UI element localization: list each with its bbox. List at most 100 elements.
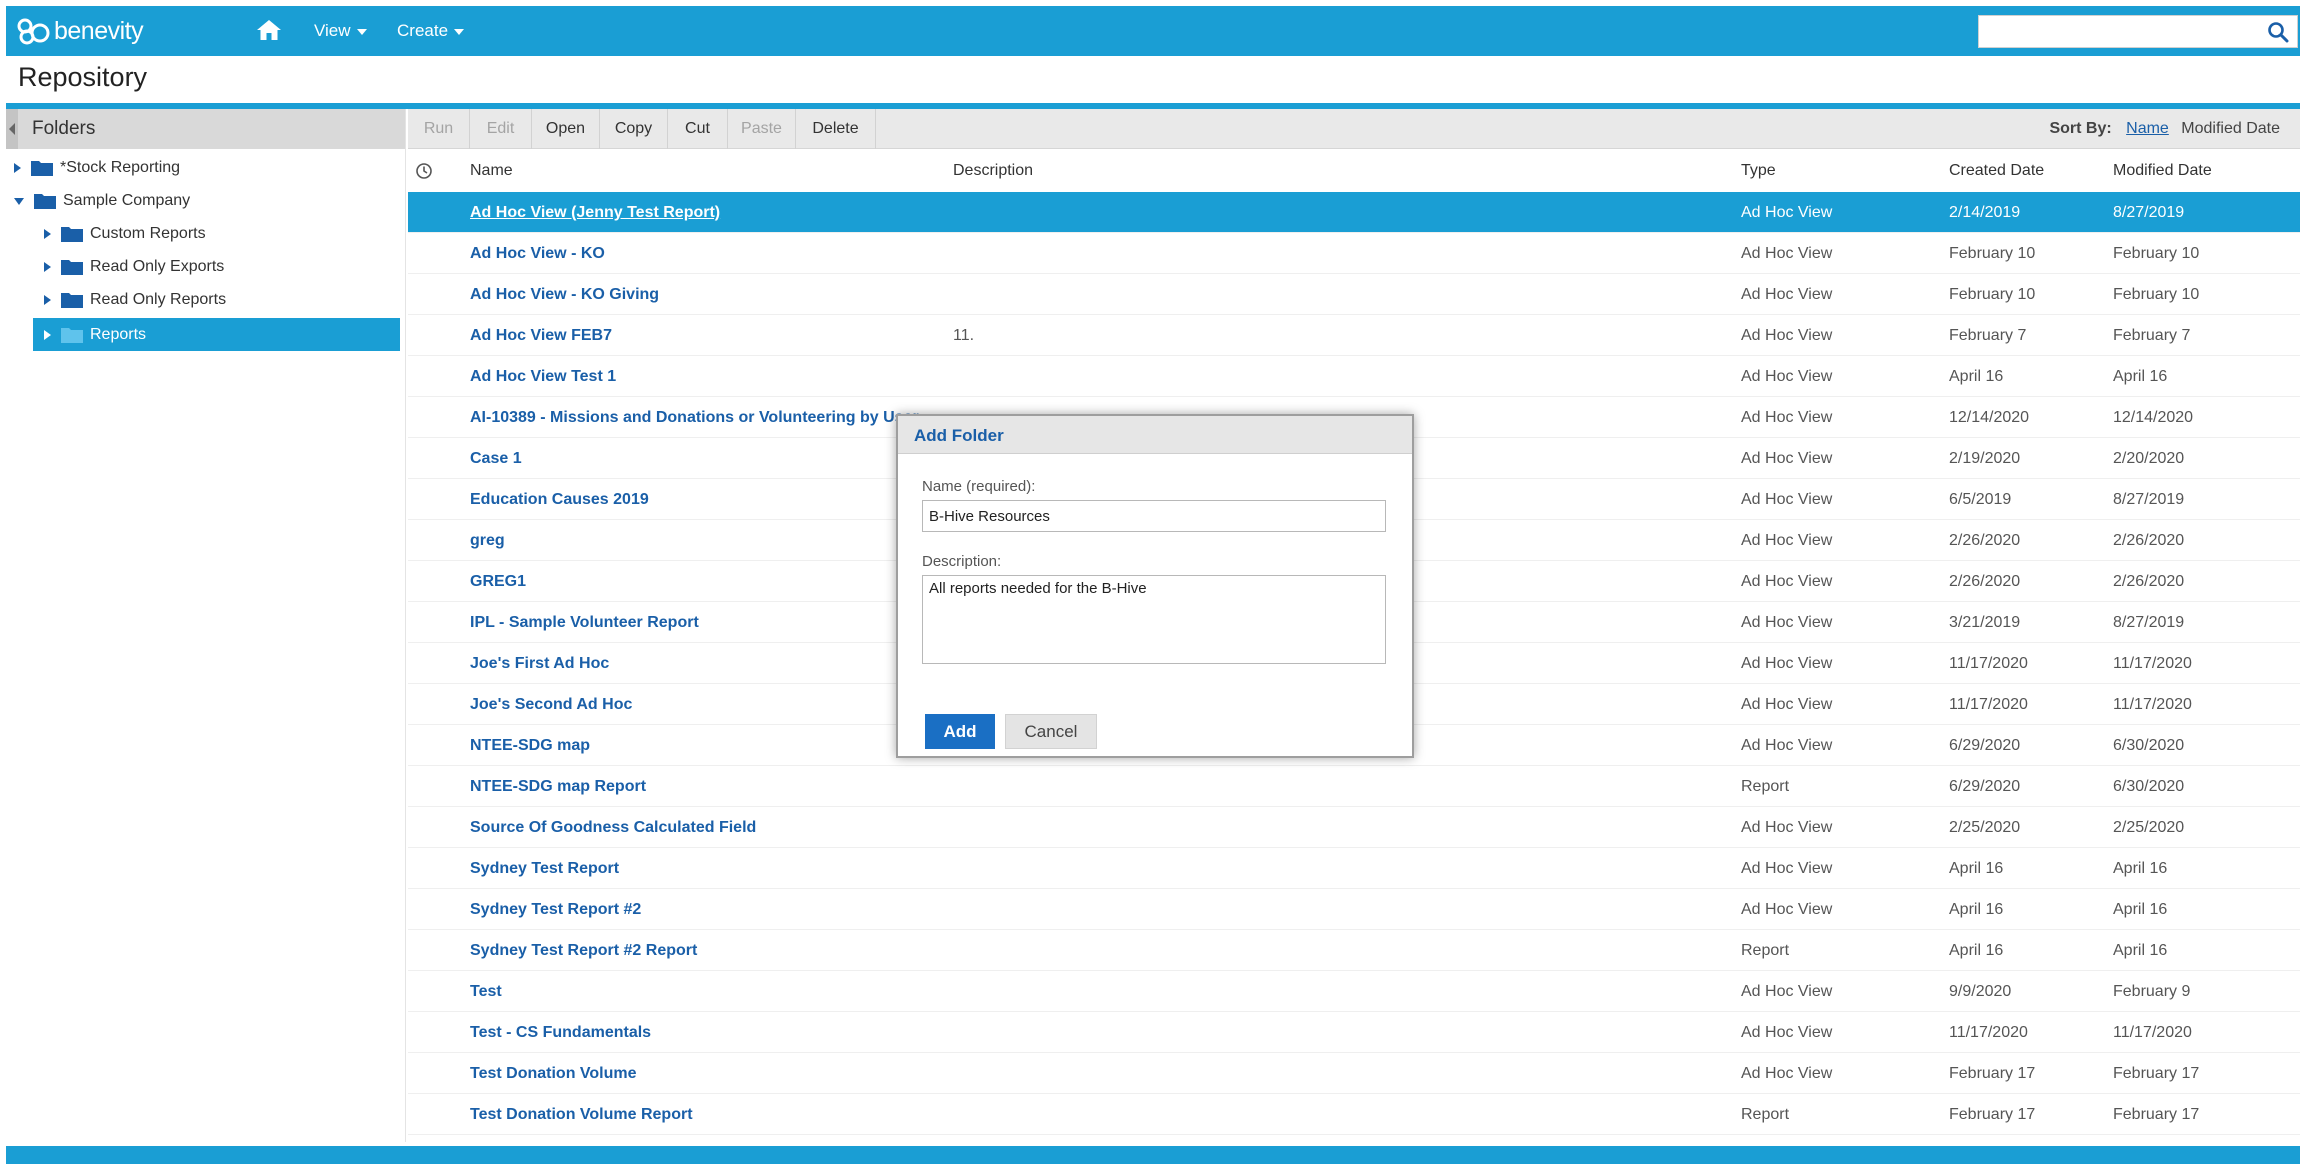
row-name-link[interactable]: Education Causes 2019 (470, 491, 649, 509)
column-header-modified-date[interactable]: Modified Date (2113, 162, 2212, 180)
tree-item-read-only-reports[interactable]: Read Only Reports (38, 285, 400, 315)
row-created-date: 3/21/2019 (1949, 614, 2021, 631)
row-name-link[interactable]: Joe's Second Ad Hoc (470, 696, 632, 714)
table-row[interactable]: Sydney Test Report #2 Report Report April … (408, 930, 2300, 971)
delete-button[interactable]: Delete (796, 109, 876, 149)
expand-icon[interactable] (14, 163, 21, 173)
row-name-link[interactable]: IPL - Sample Volunteer Report (470, 614, 699, 632)
row-type: Ad Hoc View (1741, 819, 1833, 836)
tree-item-sample-company[interactable]: Sample Company (10, 186, 400, 216)
create-menu[interactable]: Create (397, 6, 465, 56)
table-row[interactable]: Ad Hoc View (Jenny Test Report) Ad Hoc Vi… (408, 192, 2300, 233)
row-modified-date: April 16 (2113, 901, 2168, 918)
clock-icon[interactable] (414, 161, 434, 181)
folder-icon (61, 227, 83, 242)
table-header: Name Description Type Created Date Modif… (408, 150, 2300, 192)
row-created-date: April 16 (1949, 368, 2004, 385)
table-row[interactable]: Sydney Test Report Ad Hoc View April 16 Apr… (408, 848, 2300, 889)
row-created-date: February 10 (1949, 286, 2036, 303)
search-box (1978, 15, 2298, 48)
table-row[interactable]: Ad Hoc View - KO Ad Hoc View February 10 Fe… (408, 233, 2300, 274)
column-header-name[interactable]: Name (470, 162, 513, 180)
table-row[interactable]: Ad Hoc View FEB7 11. Ad Hoc View February 7… (408, 315, 2300, 356)
tree-item-read-only-exports[interactable]: Read Only Exports (38, 252, 400, 282)
collapse-panel-icon[interactable] (6, 109, 18, 149)
logo-text: benevity (54, 16, 144, 45)
folder-icon (34, 194, 56, 209)
row-name-link[interactable]: NTEE-SDG map Report (470, 778, 646, 796)
row-name-link[interactable]: Test Donation Volume Report (470, 1106, 693, 1124)
search-icon[interactable] (2267, 21, 2289, 43)
run-button[interactable]: Run (408, 109, 470, 149)
row-name-link[interactable]: Sydney Test Report #2 (470, 901, 641, 919)
row-created-date: 9/9/2020 (1949, 983, 2012, 1000)
sort-by-name-link[interactable]: Name (2126, 120, 2169, 137)
benevity-logo[interactable]: benevity (16, 15, 144, 47)
tree-item-stock-reporting[interactable]: *Stock Reporting (10, 153, 400, 183)
column-header-created-date[interactable]: Created Date (1949, 162, 2044, 180)
expand-icon[interactable] (44, 295, 51, 305)
row-modified-date: 2/20/2020 (2113, 450, 2185, 467)
table-row[interactable]: Source Of Goodness Calculated Field Ad Ho… (408, 807, 2300, 848)
folder-name-input[interactable] (922, 500, 1386, 532)
row-name-link[interactable]: greg (470, 532, 505, 550)
row-created-date: 2/14/2019 (1949, 204, 2021, 221)
row-created-date: 12/14/2020 (1949, 409, 2030, 426)
search-input[interactable] (1979, 16, 2249, 47)
row-type: Ad Hoc View (1741, 409, 1833, 426)
row-name-link[interactable]: Ad Hoc View - KO Giving (470, 286, 659, 304)
row-type: Ad Hoc View (1741, 532, 1833, 549)
footer-bar (6, 1146, 2300, 1164)
edit-button[interactable]: Edit (470, 109, 532, 149)
row-name-link[interactable]: Sydney Test Report #2 Report (470, 942, 697, 960)
benevity-logo-icon (17, 18, 50, 45)
row-name-link[interactable]: Test (470, 983, 502, 1001)
row-name-link[interactable]: AI-10389 - Missions and Donations or Vol… (470, 409, 919, 427)
folder-description-input[interactable]: All reports needed for the B-Hive (922, 575, 1386, 664)
row-created-date: 2/26/2020 (1949, 532, 2021, 549)
cut-button[interactable]: Cut (668, 109, 728, 149)
row-name-link[interactable]: Sydney Test Report (470, 860, 619, 878)
row-name-link[interactable]: Joe's First Ad Hoc (470, 655, 609, 673)
expand-icon[interactable] (44, 229, 51, 239)
collapse-icon[interactable] (14, 197, 24, 205)
row-name-link[interactable]: GREG1 (470, 573, 526, 591)
view-menu[interactable]: View (314, 6, 367, 56)
row-name-link[interactable]: Ad Hoc View FEB7 (470, 327, 612, 345)
copy-button[interactable]: Copy (600, 109, 668, 149)
open-button[interactable]: Open (532, 109, 600, 149)
row-name-link[interactable]: Test - CS Fundamentals (470, 1024, 651, 1042)
table-row[interactable]: Test Donation Volume Report Report Februar… (408, 1094, 2300, 1135)
row-type: Ad Hoc View (1741, 655, 1833, 672)
row-name-link[interactable]: NTEE-SDG map (470, 737, 590, 755)
row-created-date: 6/29/2020 (1949, 737, 2021, 754)
add-button[interactable]: Add (925, 714, 995, 749)
table-row[interactable]: Test Ad Hoc View 9/9/2020 February 9 (408, 971, 2300, 1012)
row-name-link[interactable]: Case 1 (470, 450, 522, 468)
tree-item-reports[interactable]: Reports (33, 318, 400, 351)
table-row[interactable]: Test - CS Fundamentals Ad Hoc View 11/17/2… (408, 1012, 2300, 1053)
paste-button[interactable]: Paste (728, 109, 796, 149)
tree-item-custom-reports[interactable]: Custom Reports (38, 219, 400, 249)
home-button[interactable] (256, 18, 284, 44)
table-row[interactable]: Ad Hoc View - KO Giving Ad Hoc View Februa… (408, 274, 2300, 315)
row-created-date: 6/5/2019 (1949, 491, 2012, 508)
cancel-button[interactable]: Cancel (1005, 714, 1097, 749)
row-name-link[interactable]: Test Donation Volume (470, 1065, 637, 1083)
sort-by-modified-link[interactable]: Modified Date (2181, 120, 2280, 137)
row-name-link[interactable]: Source Of Goodness Calculated Field (470, 819, 756, 837)
table-row[interactable]: Test Donation Volume Ad Hoc View February … (408, 1053, 2300, 1094)
row-name-link[interactable]: Ad Hoc View Test 1 (470, 368, 616, 386)
table-row[interactable]: Ad Hoc View Test 1 Ad Hoc View April 16 Apr… (408, 356, 2300, 397)
column-header-type[interactable]: Type (1741, 162, 1776, 180)
table-row[interactable]: Sydney Test Report #2 Ad Hoc View April 16… (408, 889, 2300, 930)
dialog-header[interactable]: Add Folder (898, 416, 1412, 454)
expand-icon[interactable] (44, 329, 51, 340)
expand-icon[interactable] (44, 262, 51, 272)
row-name-link[interactable]: Ad Hoc View (Jenny Test Report) (470, 204, 720, 222)
folder-name-label: Name (required): (922, 478, 1036, 495)
tree-item-label: Read Only Exports (90, 258, 225, 275)
column-header-description[interactable]: Description (953, 162, 1033, 180)
table-row[interactable]: NTEE-SDG map Report Report 6/29/2020 6/30/2… (408, 766, 2300, 807)
row-name-link[interactable]: Ad Hoc View - KO (470, 245, 605, 263)
